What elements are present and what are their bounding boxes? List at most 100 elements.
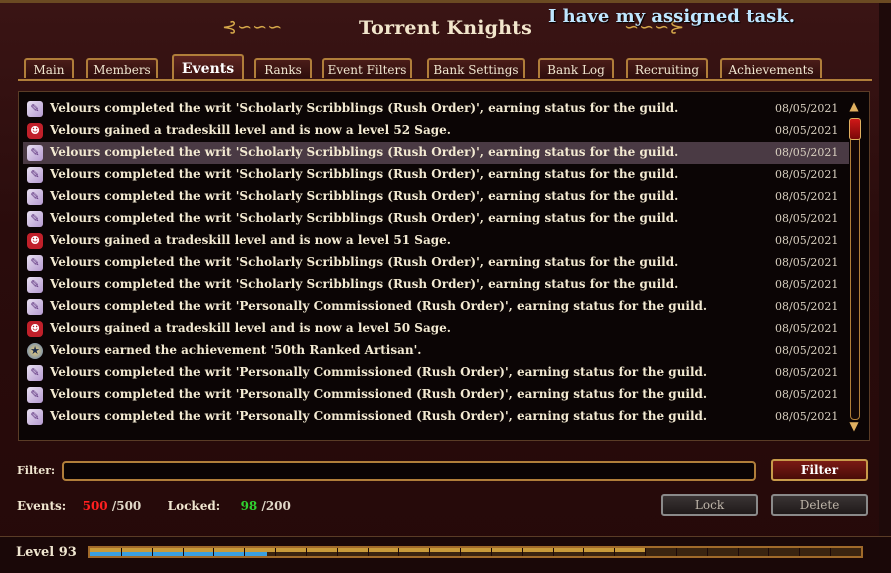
filter-button[interactable]: Filter <box>771 459 868 481</box>
tab-members[interactable]: Members <box>86 58 158 78</box>
event-date: 08/05/2021 <box>775 124 839 137</box>
xp-tick <box>675 548 677 556</box>
xp-tick <box>120 548 122 556</box>
event-text: Velours completed the writ 'Scholarly Sc… <box>50 145 679 159</box>
event-date: 08/05/2021 <box>775 168 839 181</box>
event-list-scrollbar[interactable]: ▲ ▼ <box>847 98 861 434</box>
event-date: 08/05/2021 <box>775 366 839 379</box>
event-date: 08/05/2021 <box>775 322 839 335</box>
xp-tick <box>367 548 369 556</box>
xp-tick <box>799 548 801 556</box>
xp-tick <box>645 548 647 556</box>
event-text: Velours earned the achievement '50th Ran… <box>50 343 422 357</box>
event-date: 08/05/2021 <box>775 102 839 115</box>
writ-scroll-icon: ✎ <box>27 299 43 315</box>
xp-tick <box>460 548 462 556</box>
guild-level-label: Level 93 <box>16 545 77 560</box>
scroll-track[interactable] <box>850 118 860 420</box>
event-row[interactable]: ✎ Velours completed the writ 'Personally… <box>23 362 849 384</box>
event-row[interactable]: ✎ Velours completed the writ 'Scholarly … <box>23 252 849 274</box>
locked-label: Locked: <box>167 499 221 513</box>
event-text: Velours completed the writ 'Personally C… <box>50 365 708 379</box>
event-date: 08/05/2021 <box>775 146 839 159</box>
xp-tick <box>552 548 554 556</box>
tab-recruiting[interactable]: Recruiting <box>626 58 708 78</box>
event-text: Velours completed the writ 'Scholarly Sc… <box>50 101 679 115</box>
xp-tick <box>429 548 431 556</box>
event-text: Velours completed the writ 'Personally C… <box>50 387 708 401</box>
event-row[interactable]: ★ Velours earned the achievement '50th R… <box>23 340 849 362</box>
sage-tradeskill-icon: ☻ <box>27 233 43 249</box>
tab-bank-settings[interactable]: Bank Settings <box>427 58 525 78</box>
xp-tick <box>830 548 832 556</box>
event-row[interactable]: ✎ Velours completed the writ 'Personally… <box>23 296 849 318</box>
events-label: Events: <box>17 499 67 513</box>
achievement-icon: ★ <box>27 343 43 359</box>
lock-button[interactable]: Lock <box>661 494 758 516</box>
event-date: 08/05/2021 <box>775 234 839 247</box>
writ-scroll-icon: ✎ <box>27 365 43 381</box>
writ-scroll-icon: ✎ <box>27 145 43 161</box>
xp-tick <box>768 548 770 556</box>
xp-fill-blue <box>90 552 268 556</box>
scroll-down-arrow-icon[interactable]: ▼ <box>847 418 861 434</box>
tab-events[interactable]: Events <box>172 54 244 80</box>
writ-scroll-icon: ✎ <box>27 255 43 271</box>
scroll-thumb[interactable] <box>849 118 861 140</box>
event-row[interactable]: ✎ Velours completed the writ 'Scholarly … <box>23 164 849 186</box>
xp-tick <box>614 548 616 556</box>
xp-tick <box>706 548 708 556</box>
event-row-selected[interactable]: ✎ Velours completed the writ 'Scholarly … <box>23 142 849 164</box>
delete-button[interactable]: Delete <box>771 494 868 516</box>
event-row[interactable]: ✎ Velours completed the writ 'Personally… <box>23 406 849 428</box>
scroll-up-arrow-icon[interactable]: ▲ <box>847 98 861 114</box>
xp-tick <box>213 548 215 556</box>
tab-main[interactable]: Main <box>24 58 74 78</box>
tab-achievements[interactable]: Achievements <box>720 58 822 78</box>
event-row[interactable]: ☻ Velours gained a tradeskill level and … <box>23 120 849 142</box>
writ-scroll-icon: ✎ <box>27 277 43 293</box>
xp-tick <box>305 548 307 556</box>
filter-label: Filter: <box>17 464 56 477</box>
xp-tick <box>151 548 153 556</box>
tab-ranks[interactable]: Ranks <box>254 58 312 78</box>
writ-scroll-icon: ✎ <box>27 211 43 227</box>
event-row[interactable]: ✎ Velours completed the writ 'Scholarly … <box>23 98 849 120</box>
event-row[interactable]: ☻ Velours gained a tradeskill level and … <box>23 318 849 340</box>
event-date: 08/05/2021 <box>775 256 839 269</box>
event-text: Velours completed the writ 'Scholarly Sc… <box>50 189 679 203</box>
events-max: /500 <box>111 499 142 513</box>
xp-tick <box>521 548 523 556</box>
event-row[interactable]: ✎ Velours completed the writ 'Personally… <box>23 384 849 406</box>
event-row[interactable]: ✎ Velours completed the writ 'Scholarly … <box>23 274 849 296</box>
xp-tick <box>336 548 338 556</box>
event-row[interactable]: ✎ Velours completed the writ 'Scholarly … <box>23 186 849 208</box>
event-text: Velours completed the writ 'Scholarly Sc… <box>50 211 679 225</box>
event-row[interactable]: ☻ Velours gained a tradeskill level and … <box>23 230 849 252</box>
event-date: 08/05/2021 <box>775 278 839 291</box>
event-text: Velours completed the writ 'Scholarly Sc… <box>50 277 679 291</box>
xp-tick <box>583 548 585 556</box>
guild-level-panel: Level 93 <box>0 536 891 573</box>
event-row[interactable]: ✎ Velours completed the writ 'Scholarly … <box>23 208 849 230</box>
tab-bank-log[interactable]: Bank Log <box>538 58 614 78</box>
event-date: 08/05/2021 <box>775 300 839 313</box>
guild-window: ⊰∽∽∽ Torrent Knights ∽∽∽⊱ I have my assi… <box>0 0 891 573</box>
writ-scroll-icon: ✎ <box>27 189 43 205</box>
tab-event-filters[interactable]: Event Filters <box>322 58 412 78</box>
writ-scroll-icon: ✎ <box>27 409 43 425</box>
xp-tick <box>182 548 184 556</box>
filter-input[interactable] <box>62 461 756 481</box>
xp-tick <box>398 548 400 556</box>
event-text: Velours completed the writ 'Personally C… <box>50 299 708 313</box>
event-date: 08/05/2021 <box>775 388 839 401</box>
event-stats: Events: 500 /500 Locked: 98 /200 <box>17 499 291 513</box>
locked-count: 98 <box>240 499 258 513</box>
sage-tradeskill-icon: ☻ <box>27 123 43 139</box>
writ-scroll-icon: ✎ <box>27 167 43 183</box>
guild-xp-bar <box>88 546 863 558</box>
tab-divider <box>18 79 872 81</box>
sage-tradeskill-icon: ☻ <box>27 321 43 337</box>
event-date: 08/05/2021 <box>775 212 839 225</box>
event-list[interactable]: ✎ Velours completed the writ 'Scholarly … <box>18 91 870 441</box>
